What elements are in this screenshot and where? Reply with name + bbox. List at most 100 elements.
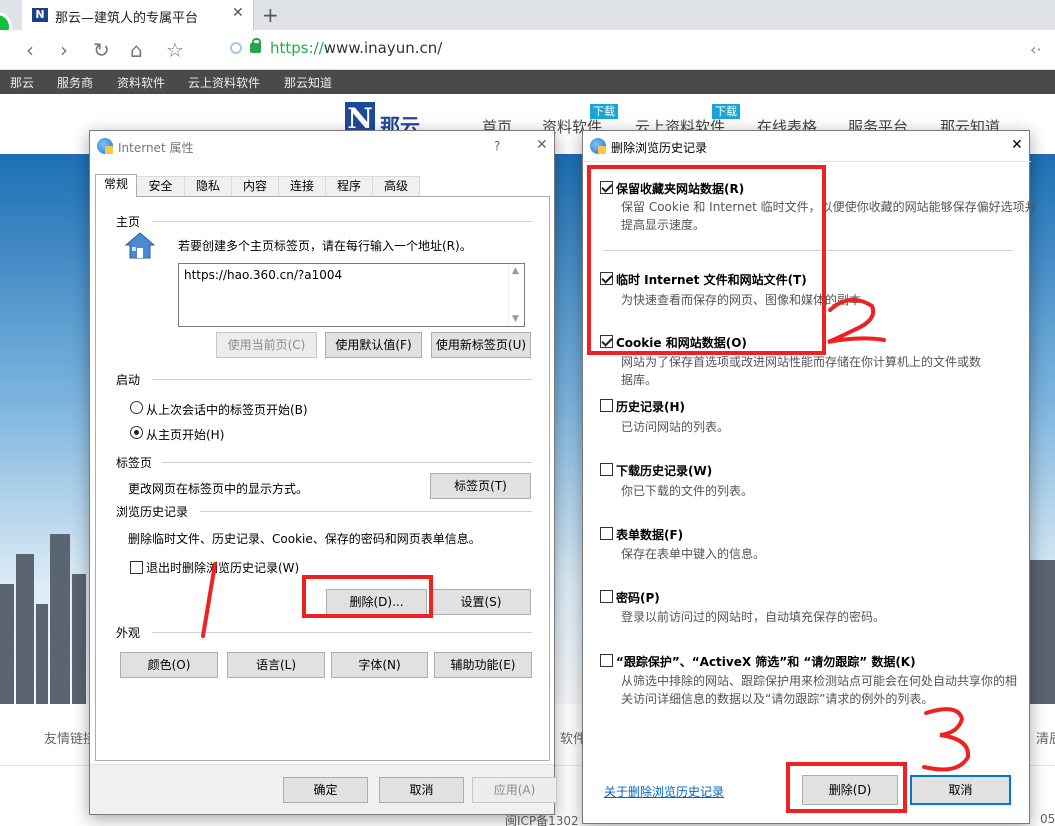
- url-text: https://www.inayun.cn/: [270, 39, 443, 57]
- cancel-button[interactable]: 取消: [910, 775, 1011, 805]
- annotation-box-delete: [302, 575, 433, 618]
- cancel-button[interactable]: 取消: [379, 777, 464, 803]
- download-history-desc: 你已下载的文件的列表。: [621, 484, 754, 498]
- radio-home-page[interactable]: [130, 426, 143, 439]
- icp-text: 059: [1040, 812, 1055, 826]
- colors-button[interactable]: 颜色(O): [120, 652, 218, 678]
- close-icon[interactable]: ✕: [1011, 137, 1023, 153]
- history-description: 删除临时文件、历史记录、Cookie、保存的密码和网页表单信息。: [128, 532, 481, 546]
- tracking-protection-desc: 关访问详细信息的数据以及“请勿跟踪”请求的例外的列表。: [621, 692, 934, 706]
- tabs-button[interactable]: 标签页(T): [430, 473, 531, 499]
- help-icon[interactable]: ?: [494, 139, 500, 153]
- textarea-scrollbar[interactable]: ▲ ▼: [508, 264, 524, 326]
- dialog-title-bar[interactable]: 删除浏览历史记录 ✕: [583, 131, 1029, 161]
- scroll-down-icon[interactable]: ▼: [512, 314, 519, 324]
- group-divider: [152, 379, 532, 380]
- form-data-label: 表单数据(F): [616, 528, 684, 542]
- scroll-up-icon[interactable]: ▲: [512, 266, 519, 276]
- tabs-description: 更改网页在标签页中的显示方式。: [128, 482, 309, 496]
- ok-button[interactable]: 确定: [283, 777, 368, 803]
- home-group-label: 主页: [116, 215, 141, 229]
- skyline-image-right: [1030, 560, 1055, 704]
- site-top-nav: 那云 服务商 资料软件 云上资料软件 那云知道: [0, 70, 1055, 94]
- title-divider: [583, 161, 1031, 162]
- tracking-protection-desc: 从筛选中排除的网站、跟踪保护用来检测站点可能会在何处自动共享你的相: [621, 674, 1018, 688]
- dialog-footer: 确定 取消 应用(A): [90, 764, 557, 814]
- tab-programs[interactable]: 程序: [325, 176, 373, 196]
- address-bar[interactable]: https://www.inayun.cn/: [220, 38, 1020, 61]
- internet-options-icon: [97, 138, 113, 154]
- house-icon: [125, 232, 155, 259]
- form-data-desc: 保存在表单中键入的信息。: [621, 547, 766, 561]
- radio-home-page-label: 从主页开始(H): [146, 428, 225, 442]
- download-badge: 下载: [712, 104, 740, 119]
- browser-tab-strip: N 那云—建筑人的专属平台 ✕ +: [0, 0, 1055, 30]
- home-icon[interactable]: ⌂: [130, 38, 143, 62]
- appearance-group-label: 外观: [116, 626, 141, 640]
- tab-privacy[interactable]: 隐私: [184, 176, 232, 196]
- back-icon[interactable]: ‹: [26, 38, 34, 62]
- history-settings-button[interactable]: 设置(S): [431, 589, 531, 615]
- reload-icon[interactable]: ↻: [93, 38, 110, 62]
- use-new-tab-button[interactable]: 使用新标签页(U): [431, 332, 531, 358]
- site-info-icon[interactable]: [230, 42, 242, 54]
- use-default-button[interactable]: 使用默认值(F): [325, 332, 422, 358]
- accessibility-button[interactable]: 辅助功能(E): [434, 652, 532, 678]
- tab-content[interactable]: 内容: [231, 176, 279, 196]
- tab-close-icon[interactable]: ✕: [232, 5, 244, 21]
- annotation-box-confirm: [786, 762, 907, 813]
- passwords-checkbox[interactable]: [600, 590, 613, 603]
- annotation-box-options: [587, 165, 826, 355]
- history-label: 历史记录(H): [616, 400, 686, 414]
- site-nav-item[interactable]: 服务商: [57, 74, 93, 91]
- history-checkbox[interactable]: [600, 399, 613, 412]
- home-url-value: https://hao.360.cn/?a1004: [184, 268, 343, 282]
- site-favicon-icon: N: [32, 8, 48, 22]
- site-nav-item[interactable]: 云上资料软件: [188, 74, 260, 91]
- dialog-title-bar[interactable]: Internet 属性 ? ✕: [90, 131, 554, 161]
- tab-connections[interactable]: 连接: [278, 176, 326, 196]
- close-icon[interactable]: ✕: [536, 137, 548, 153]
- tab-title: 那云—建筑人的专属平台: [55, 11, 199, 26]
- about-delete-history-link[interactable]: 关于删除浏览历史记录: [604, 783, 724, 800]
- favorite-star-icon[interactable]: ☆: [166, 38, 184, 62]
- form-data-checkbox[interactable]: [600, 527, 613, 540]
- internet-options-icon: [590, 138, 606, 154]
- tracking-protection-checkbox[interactable]: [600, 654, 613, 667]
- dialog-title: Internet 属性: [118, 141, 194, 155]
- use-current-button[interactable]: 使用当前页(C): [216, 332, 317, 358]
- passwords-desc: 登录以前访问过的网站时，自动填充保存的密码。: [621, 610, 886, 624]
- radio-last-session-label: 从上次会话中的标签页开始(B): [146, 403, 308, 417]
- history-group-label: 浏览历史记录: [116, 505, 189, 519]
- download-history-checkbox[interactable]: [600, 463, 613, 476]
- tab-security[interactable]: 安全: [136, 176, 185, 196]
- languages-button[interactable]: 语言(L): [227, 652, 325, 678]
- download-badge: 下载: [590, 104, 618, 119]
- share-icon[interactable]: ‹·: [1030, 40, 1041, 59]
- group-divider: [162, 462, 532, 463]
- delete-on-exit-checkbox[interactable]: [130, 561, 143, 574]
- site-nav-item[interactable]: 那云知道: [284, 74, 332, 91]
- apply-button[interactable]: 应用(A): [472, 777, 557, 803]
- group-divider: [200, 511, 532, 512]
- group-divider: [152, 221, 532, 222]
- site-nav-item[interactable]: 资料软件: [117, 74, 165, 91]
- passwords-label: 密码(P): [616, 591, 660, 605]
- tab-advanced[interactable]: 高级: [372, 176, 420, 196]
- lock-icon: [250, 38, 261, 53]
- annotation-number-1: [201, 562, 217, 638]
- home-url-textarea[interactable]: https://hao.360.cn/?a1004 ▲ ▼: [178, 263, 525, 327]
- download-history-label: 下载历史记录(W): [616, 464, 713, 478]
- home-description: 若要创建多个主页标签页，请在每行输入一个地址(R)。: [178, 239, 472, 253]
- browser-tab[interactable]: N 那云—建筑人的专属平台 ✕: [22, 0, 254, 30]
- new-tab-icon[interactable]: +: [262, 3, 279, 27]
- forward-icon[interactable]: ›: [60, 38, 68, 62]
- startup-group-label: 启动: [116, 373, 141, 387]
- fonts-button[interactable]: 字体(N): [331, 652, 428, 678]
- annotation-number-3: [922, 707, 971, 772]
- site-nav-item[interactable]: 那云: [10, 74, 34, 91]
- radio-last-session[interactable]: [130, 401, 143, 414]
- dialog-title: 删除浏览历史记录: [611, 141, 708, 155]
- internet-properties-dialog: Internet 属性 ? ✕ 常规 安全 隐私 内容 连接 程序 高级 主页 …: [89, 130, 557, 815]
- tab-general[interactable]: 常规: [95, 174, 137, 197]
